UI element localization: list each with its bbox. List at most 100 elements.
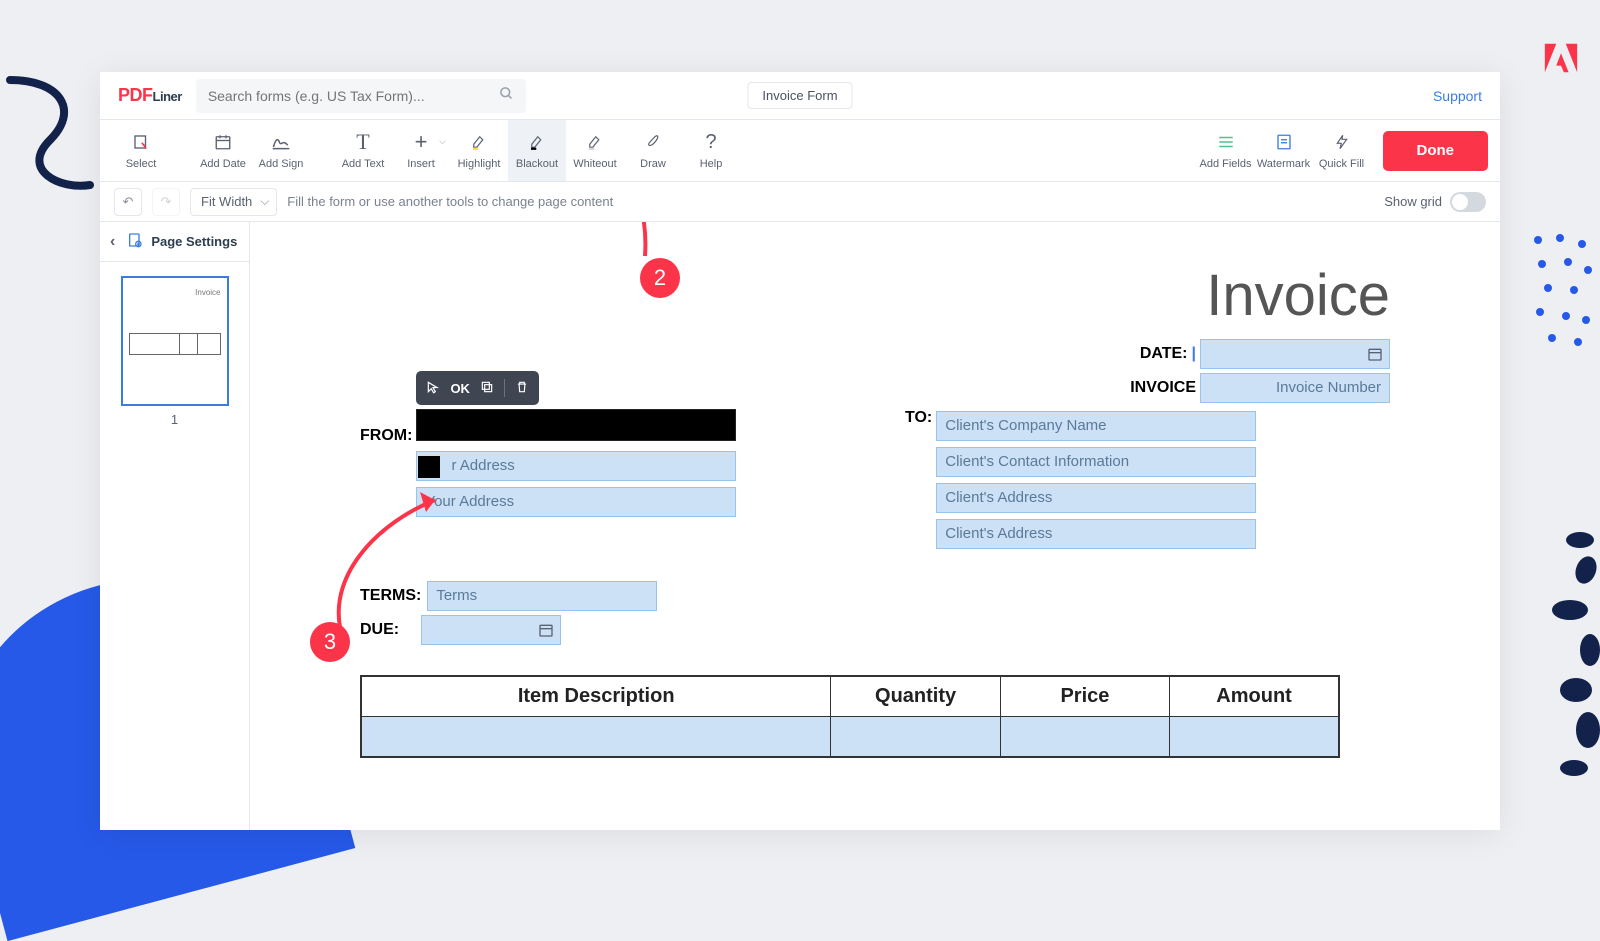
page-settings-label[interactable]: Page Settings	[151, 234, 237, 249]
brush-icon	[644, 131, 662, 153]
search-icon[interactable]	[499, 86, 514, 105]
redact-patch	[418, 456, 440, 478]
calendar-icon[interactable]	[538, 622, 554, 641]
copy-icon[interactable]	[480, 380, 494, 397]
cell-amount[interactable]	[1170, 717, 1339, 757]
invoice-title: Invoice	[360, 262, 1390, 329]
terms-field[interactable]: Terms	[427, 581, 657, 611]
undo-button[interactable]: ↶	[114, 188, 142, 216]
done-button[interactable]: Done	[1383, 131, 1489, 171]
select-tool[interactable]: Select	[112, 120, 170, 181]
adobe-icon	[1542, 40, 1580, 78]
terms-label: TERMS:	[360, 587, 421, 605]
item-table: Item Description Quantity Price Amount	[360, 675, 1340, 758]
decor-spots	[1530, 520, 1600, 780]
thumbnail-list: Invoice 1	[100, 262, 249, 830]
invoice-number-field[interactable]: Invoice Number	[1200, 373, 1390, 403]
page-thumbnail[interactable]: Invoice	[121, 276, 229, 406]
sidebar-header: ‹ Page Settings	[100, 222, 249, 262]
watermark-icon	[1275, 131, 1293, 153]
col-price: Price	[1000, 676, 1169, 717]
document-canvas[interactable]: Invoice DATE: | INVOICE Invoice Numbe	[250, 222, 1500, 830]
main-area: ‹ Page Settings Invoice 1 Invoice DATE: …	[100, 222, 1500, 830]
chevron-down-icon: ⌵	[439, 136, 446, 147]
from-label: FROM:	[360, 427, 412, 445]
col-amount: Amount	[1170, 676, 1339, 717]
date-label: DATE:	[1140, 345, 1188, 363]
decor-squiggle	[0, 70, 100, 200]
redacted-field[interactable]	[416, 409, 736, 441]
blackout-tool[interactable]: Blackout	[508, 120, 566, 181]
grid-toggle: Show grid	[1384, 192, 1486, 212]
col-description: Item Description	[361, 676, 831, 717]
terms-section: TERMS: Terms DUE:	[360, 581, 1390, 645]
to-contact-field[interactable]: Client's Contact Information	[936, 447, 1256, 477]
cursor-icon[interactable]	[426, 380, 440, 397]
calendar-icon	[214, 131, 232, 153]
invoice-label: INVOICE	[1130, 379, 1196, 397]
logo: PDFLiner	[118, 85, 182, 106]
insert-tool[interactable]: + ⌵ Insert	[392, 120, 450, 181]
date-field[interactable]	[1200, 339, 1390, 369]
highlight-tool[interactable]: Highlight	[450, 120, 508, 181]
back-icon[interactable]: ‹	[110, 233, 115, 251]
to-company-field[interactable]: Client's Company Name	[936, 411, 1256, 441]
fields-icon	[1217, 131, 1235, 153]
page-settings-icon	[127, 232, 143, 251]
text-icon: T	[356, 131, 369, 153]
to-address-2[interactable]: Client's Address	[936, 519, 1256, 549]
step-badge-3: 3	[310, 622, 350, 662]
cell-quantity[interactable]	[831, 717, 1000, 757]
toolbar: Select Add Date Add Sign T Add Text + ⌵ …	[100, 120, 1500, 182]
due-label: DUE:	[360, 621, 399, 639]
redaction-toolbar: OK	[416, 371, 539, 405]
signature-icon	[271, 131, 291, 153]
grid-switch[interactable]	[1450, 192, 1486, 212]
file-name[interactable]: Invoice Form	[747, 82, 852, 109]
add-sign-tool[interactable]: Add Sign	[252, 120, 310, 181]
to-label: TO:	[905, 409, 932, 427]
plus-icon: +	[415, 131, 428, 153]
annotation-2: 2	[640, 258, 680, 298]
ok-button[interactable]: OK	[450, 381, 470, 396]
app-window: PDFLiner Invoice Form Support Select Add…	[100, 72, 1500, 830]
help-tool[interactable]: ? Help	[682, 120, 740, 181]
add-date-tool[interactable]: Add Date	[194, 120, 252, 181]
due-field[interactable]	[421, 615, 561, 645]
add-fields-tool[interactable]: Add Fields	[1197, 120, 1255, 181]
secondary-bar: ↶ ↷ Fit Width Fill the form or use anoth…	[100, 182, 1500, 222]
redo-button[interactable]: ↷	[152, 188, 180, 216]
zoom-select[interactable]: Fit Width	[190, 188, 277, 216]
from-address-2[interactable]: Your Address	[416, 487, 736, 517]
cell-description[interactable]	[361, 717, 831, 757]
cell-price[interactable]	[1000, 717, 1169, 757]
bolt-icon	[1334, 131, 1350, 153]
highlighter-icon	[470, 131, 488, 153]
whiteout-tool[interactable]: Whiteout	[566, 120, 624, 181]
calendar-icon[interactable]	[1367, 346, 1383, 365]
watermark-tool[interactable]: Watermark	[1255, 120, 1313, 181]
header: PDFLiner Invoice Form Support	[100, 72, 1500, 120]
trash-icon[interactable]	[515, 380, 529, 397]
add-text-tool[interactable]: T Add Text	[334, 120, 392, 181]
decor-dots	[1530, 230, 1600, 350]
sidebar: ‹ Page Settings Invoice 1	[100, 222, 250, 830]
page-number: 1	[114, 412, 235, 427]
search-input[interactable]	[196, 79, 526, 113]
from-address-1[interactable]: r Address	[416, 451, 736, 481]
to-address-1[interactable]: Client's Address	[936, 483, 1256, 513]
draw-tool[interactable]: Draw	[624, 120, 682, 181]
document: Invoice DATE: | INVOICE Invoice Numbe	[250, 222, 1500, 758]
step-badge-2: 2	[640, 258, 680, 298]
col-quantity: Quantity	[831, 676, 1000, 717]
hint-text: Fill the form or use another tools to ch…	[287, 194, 613, 209]
cursor-icon	[132, 131, 150, 153]
help-icon: ?	[705, 131, 716, 153]
table-row	[361, 717, 1339, 757]
quick-fill-tool[interactable]: Quick Fill	[1313, 120, 1371, 181]
whiteout-icon	[586, 131, 604, 153]
search-field[interactable]	[208, 88, 499, 104]
annotation-3: 3	[310, 622, 350, 662]
blackout-icon	[528, 131, 546, 153]
support-link[interactable]: Support	[1433, 88, 1482, 104]
